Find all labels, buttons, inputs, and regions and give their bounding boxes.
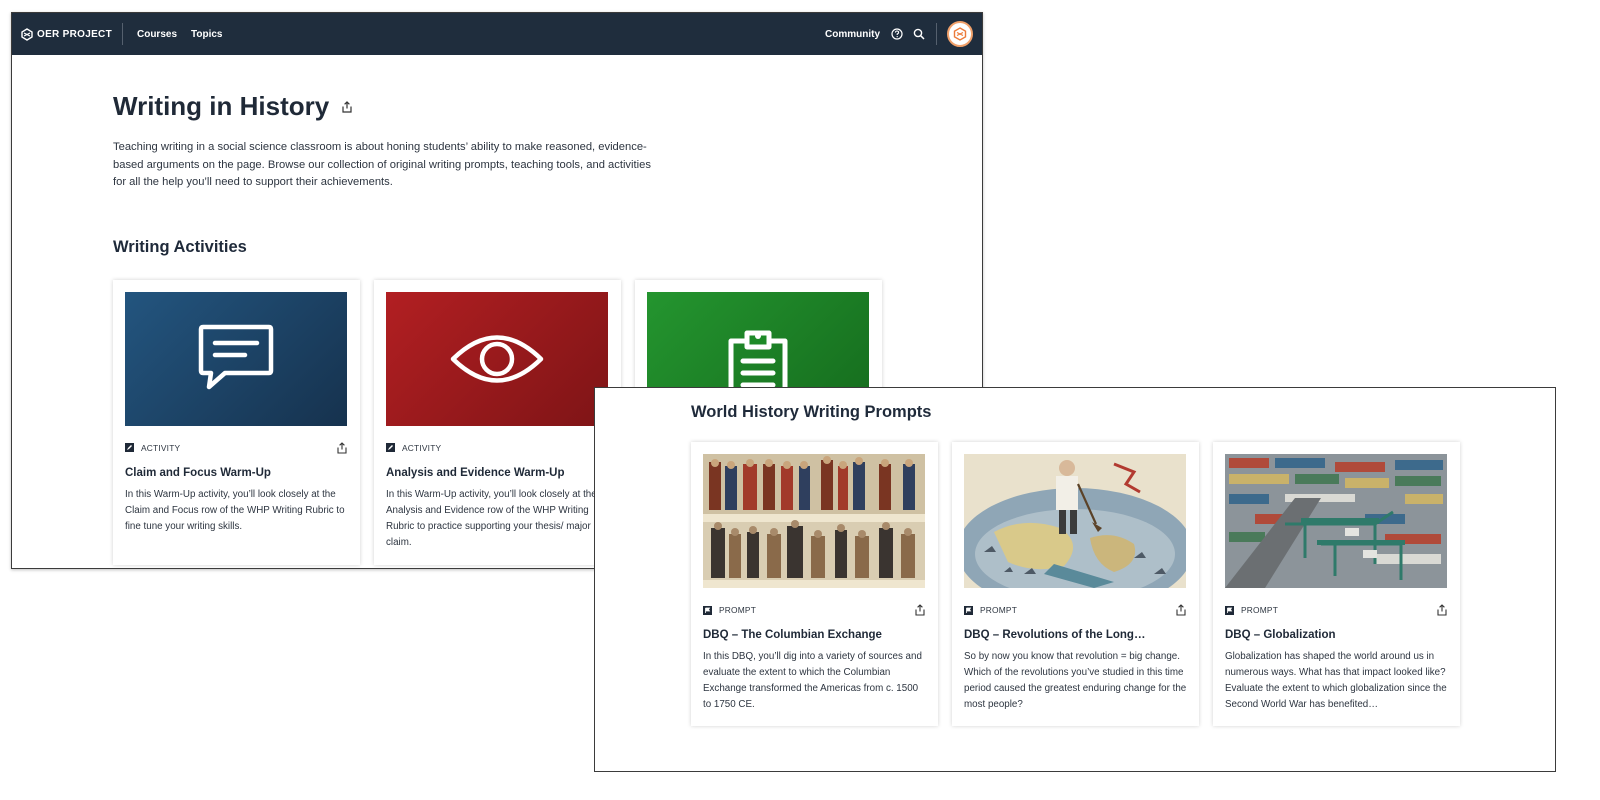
- card-title[interactable]: Claim and Focus Warm-Up: [125, 467, 348, 479]
- card-description: In this DBQ, you’ll dig into a variety o…: [703, 651, 922, 710]
- oer-project-logo[interactable]: OER PROJECT: [21, 23, 123, 45]
- card-type-label: ACTIVITY: [141, 442, 181, 453]
- nav-divider: [936, 23, 937, 45]
- share-icon[interactable]: [914, 604, 926, 616]
- writing-prompts-window: World History Writing Prompts PROMPT DBQ…: [594, 387, 1556, 772]
- prompt-type-icon: [703, 605, 712, 615]
- activity-card[interactable]: ACTIVITY Analysis and Evidence Warm-Up I…: [374, 279, 621, 565]
- activity-card[interactable]: ACTIVITY Claim and Focus Warm-Up In this…: [113, 279, 360, 565]
- container-port-image: [1225, 454, 1447, 588]
- casta-painting-image: [703, 454, 925, 588]
- prompt-type-icon: [964, 605, 973, 615]
- help-icon[interactable]: [890, 27, 904, 41]
- prompt-card[interactable]: PROMPT DBQ – The Columbian Exchange In t…: [691, 442, 938, 726]
- activity-tile: [125, 291, 347, 426]
- nav-link-courses[interactable]: Courses: [137, 29, 177, 40]
- logo-text: OER PROJECT: [37, 28, 112, 40]
- prompt-cards: PROMPT DBQ – The Columbian Exchange In t…: [691, 442, 1555, 726]
- prompt-type-icon: [1225, 605, 1234, 615]
- card-title[interactable]: Analysis and Evidence Warm-Up: [386, 467, 609, 479]
- card-type-label: PROMPT: [980, 605, 1018, 615]
- page-intro: Teaching writing in a social science cla…: [113, 141, 651, 188]
- share-icon[interactable]: [336, 441, 348, 454]
- nav-link-community[interactable]: Community: [825, 29, 880, 40]
- card-title[interactable]: DBQ – The Columbian Exchange: [703, 629, 926, 641]
- share-icon[interactable]: [341, 100, 353, 113]
- activity-tile: [386, 291, 608, 426]
- user-avatar[interactable]: [947, 21, 973, 47]
- section-title-writing-activities: Writing Activities: [113, 237, 247, 256]
- share-icon[interactable]: [1175, 604, 1187, 616]
- share-icon[interactable]: [1436, 604, 1448, 616]
- card-description: In this Warm-Up activity, you’ll look cl…: [125, 488, 345, 532]
- nav-link-topics[interactable]: Topics: [191, 29, 222, 40]
- card-description: So by now you know that revolution = big…: [964, 651, 1187, 710]
- card-title[interactable]: DBQ – Globalization: [1225, 629, 1448, 641]
- card-description: In this Warm-Up activity, you’ll look cl…: [386, 488, 597, 548]
- chat-bubble-icon: [198, 324, 274, 389]
- search-icon[interactable]: [912, 27, 926, 41]
- activity-type-icon: [386, 443, 395, 452]
- page-title: Writing in History: [113, 91, 330, 121]
- avatar-logo-icon: [953, 27, 967, 41]
- card-type-label: ACTIVITY: [402, 442, 442, 453]
- top-nav: OER PROJECT Courses Topics Community: [12, 13, 982, 55]
- eye-icon: [450, 334, 544, 383]
- card-type-label: PROMPT: [719, 605, 757, 615]
- activity-type-icon: [125, 443, 134, 452]
- prompt-card[interactable]: PROMPT DBQ – Globalization Globalization…: [1213, 442, 1460, 726]
- political-cartoon-image: [964, 454, 1186, 588]
- card-type-label: PROMPT: [1241, 605, 1279, 615]
- prompt-card[interactable]: PROMPT DBQ – Revolutions of the Long… So…: [952, 442, 1199, 726]
- oer-logo-icon: [21, 27, 33, 41]
- section-title-world-history-prompts: World History Writing Prompts: [691, 403, 932, 421]
- card-description: Globalization has shaped the world aroun…: [1225, 651, 1447, 710]
- card-title[interactable]: DBQ – Revolutions of the Long…: [964, 629, 1187, 641]
